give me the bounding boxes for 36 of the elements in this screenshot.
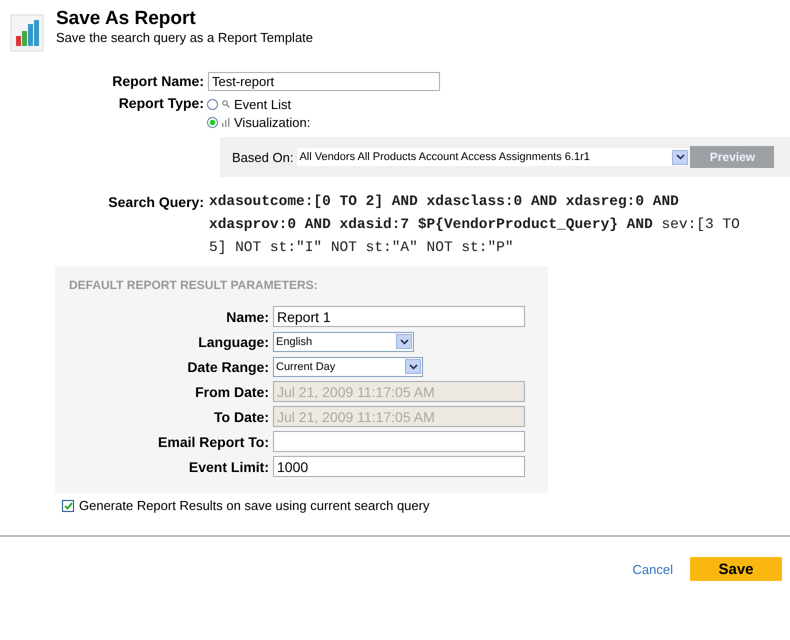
dropdown[interactable]: English bbox=[273, 332, 414, 352]
dropdown[interactable]: Current Day bbox=[273, 356, 423, 376]
radio-label: Visualization: bbox=[234, 114, 310, 130]
checkbox[interactable] bbox=[62, 500, 74, 512]
based-on-dropdown[interactable]: All Vendors All Products Account Access Assignments 6.1r1 bbox=[297, 148, 690, 166]
radio-button[interactable] bbox=[207, 98, 218, 110]
cancel-link[interactable]: Cancel bbox=[632, 562, 673, 576]
search-query-text: xdasoutcome:[0 TO 2] AND xdasclass:0 AND xdasreg:0 AND xdasprov:0 AND xdasid:7 $P{VendorProduct_Query} AND sev:[3 TO 5] NOT st:"I" NOT st:"A" NOT st:"P" bbox=[209, 193, 741, 258]
bar-chart-icon bbox=[10, 14, 44, 52]
based-on-label: Based On: bbox=[232, 150, 294, 164]
report-name-field[interactable]: Test-report bbox=[208, 72, 440, 90]
field-label: Event Limit: bbox=[188, 458, 269, 474]
field-label: Language: bbox=[197, 334, 269, 350]
field-label: Name: bbox=[225, 308, 269, 324]
search-icon bbox=[222, 100, 230, 108]
report-type-label: Report Type: bbox=[118, 94, 204, 113]
bar-chart-icon bbox=[222, 118, 230, 126]
page-title: Save As Report bbox=[56, 8, 197, 30]
field-label: Email Report To: bbox=[157, 434, 269, 450]
field-label: To Date: bbox=[213, 408, 269, 424]
save-button[interactable]: Save bbox=[690, 557, 782, 581]
input-field[interactable] bbox=[273, 431, 525, 452]
search-query-label: Search Query: bbox=[107, 193, 204, 212]
chevron-down-icon bbox=[676, 154, 685, 160]
radio-label: Event List bbox=[234, 96, 292, 112]
radio-button[interactable] bbox=[207, 116, 218, 128]
checkbox-label: Generate Report Results on save using current search query bbox=[79, 498, 430, 513]
chevron-down-icon bbox=[400, 338, 408, 344]
report-name-label: Report Name: bbox=[111, 72, 204, 91]
field-label: Date Range: bbox=[186, 358, 269, 374]
section-heading: DEFAULT REPORT RESULT PARAMETERS: bbox=[68, 278, 319, 292]
input-field[interactable]: 1000 bbox=[273, 456, 525, 477]
chevron-down-icon bbox=[408, 364, 418, 370]
field-label: From Date: bbox=[194, 384, 269, 400]
input-field[interactable]: Report 1 bbox=[273, 306, 525, 327]
page-subtitle: Save the search query as a Report Template bbox=[56, 30, 314, 46]
